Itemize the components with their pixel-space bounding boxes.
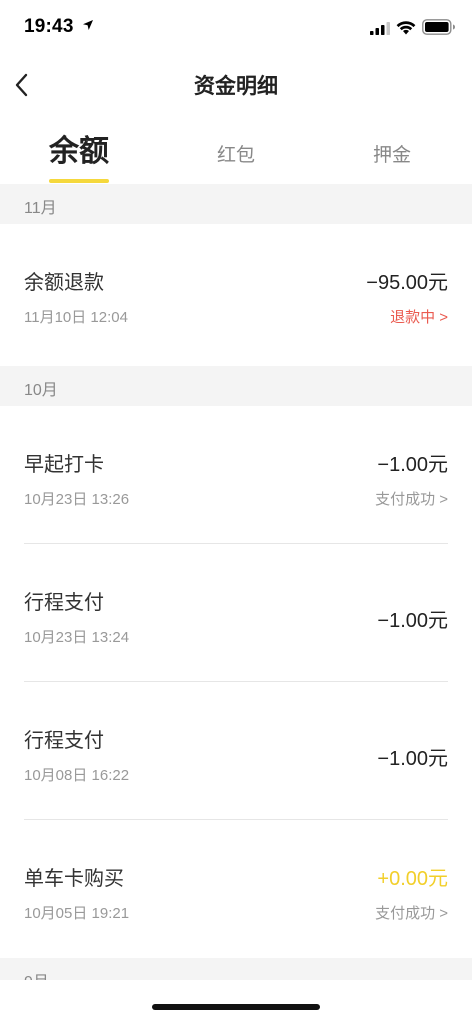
transaction-time: 10月23日 13:26	[24, 491, 130, 508]
month-header: 10月	[0, 366, 472, 406]
tab-active-indicator	[49, 179, 109, 183]
tab-label: 余额	[49, 135, 109, 168]
page-title: 资金明细	[194, 75, 278, 98]
transaction-row[interactable]: 行程支付 10月23日 13:24 −1.00元	[0, 544, 472, 682]
location-arrow-icon	[83, 20, 93, 30]
tab-label: 红包	[216, 145, 255, 166]
status-time: 19:43	[24, 16, 74, 37]
status-bar: 19:43	[0, 0, 472, 56]
month-header: 11月	[0, 184, 472, 224]
transaction-time: 10月23日 13:24	[24, 629, 130, 646]
wifi-icon	[396, 21, 416, 35]
home-indicator-area	[0, 980, 472, 1024]
tab-deposit[interactable]: 押金	[352, 120, 432, 184]
transaction-time: 10月05日 19:21	[24, 905, 130, 922]
tab-label: 押金	[372, 145, 411, 166]
tab-red-packet[interactable]: 红包	[196, 120, 276, 184]
navigation-bar: 资金明细	[0, 56, 472, 112]
transaction-time: 10月08日 16:22	[24, 767, 130, 784]
transaction-list: 11月 余额退款 11月10日 12:04 −95.00元 退款中 > 10月 …	[0, 184, 472, 998]
transaction-amount: +0.00元	[377, 868, 448, 890]
cellular-signal-icon	[370, 22, 390, 35]
tab-bar: 余额 红包 押金	[0, 120, 472, 184]
home-indicator[interactable]	[152, 1004, 320, 1010]
transaction-row[interactable]: 行程支付 10月08日 16:22 −1.00元	[0, 682, 472, 820]
transaction-amount: −1.00元	[377, 454, 448, 476]
month-label: 11月	[24, 200, 57, 217]
transaction-row[interactable]: 早起打卡 10月23日 13:26 −1.00元 支付成功 >	[0, 406, 472, 544]
transaction-amount: −95.00元	[366, 272, 448, 294]
transaction-status[interactable]: 退款中 >	[390, 306, 448, 327]
transaction-title: 早起打卡	[24, 454, 104, 476]
transaction-title: 行程支付	[24, 592, 104, 614]
transaction-status[interactable]: 支付成功 >	[375, 488, 448, 509]
transaction-amount: −1.00元	[377, 748, 448, 770]
battery-icon	[422, 19, 455, 35]
transaction-row[interactable]: 余额退款 11月10日 12:04 −95.00元 退款中 >	[0, 224, 472, 366]
transaction-title: 单车卡购买	[24, 868, 124, 890]
month-label: 10月	[24, 382, 58, 399]
transaction-time: 11月10日 12:04	[24, 309, 128, 326]
transaction-status[interactable]: 支付成功 >	[375, 902, 448, 923]
tab-balance[interactable]: 余额	[38, 120, 120, 184]
transaction-amount: −1.00元	[377, 610, 448, 632]
transaction-title: 行程支付	[24, 730, 104, 752]
transaction-row[interactable]: 单车卡购买 10月05日 19:21 +0.00元 支付成功 >	[0, 820, 472, 958]
transaction-title: 余额退款	[24, 272, 104, 294]
